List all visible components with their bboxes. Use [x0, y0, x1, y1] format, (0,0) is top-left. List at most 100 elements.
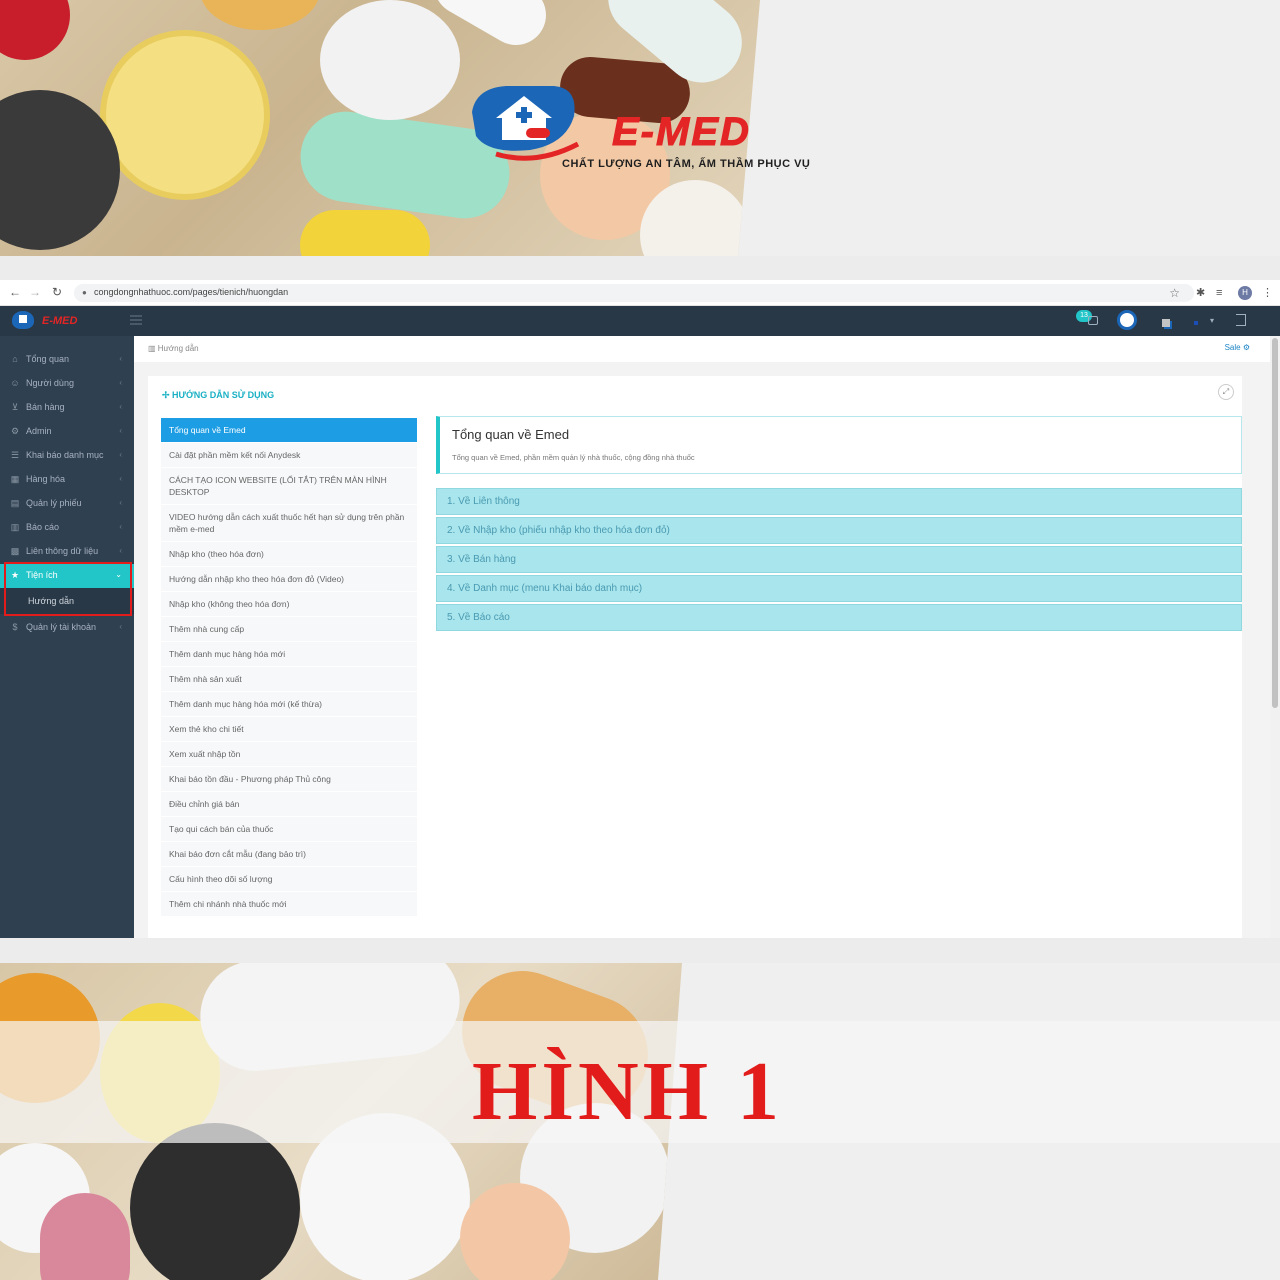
guide-item[interactable]: Thêm nhà cung cấp [161, 617, 417, 642]
guide-item[interactable]: Cài đặt phần mềm kết nối Anydesk [161, 443, 417, 468]
sidebar-item-admin[interactable]: ⚙ Admin ‹ [0, 420, 134, 444]
profile-avatar[interactable]: H [1238, 286, 1252, 300]
section-header[interactable]: 1. Về Liên thông [436, 488, 1242, 515]
back-icon[interactable]: ← [8, 285, 22, 299]
reload-icon[interactable]: ↻ [50, 285, 64, 299]
guide-item[interactable]: Xem xuất nhập tồn [161, 742, 417, 767]
gear-icon: ⚙ [10, 426, 20, 436]
sidebar-item-nguoi-dung[interactable]: ☺ Người dùng ‹ [0, 372, 134, 396]
chevron-left-icon: ‹ [119, 498, 122, 507]
breadcrumb-text: Hướng dẫn [157, 344, 199, 353]
list-icon: ☰ [10, 450, 20, 460]
emed-logo: E-MED CHẤT LƯỢNG AN TÂM, ẤM THẦM PHỤC VỤ [466, 82, 826, 177]
sidebar-item-quan-ly-phieu[interactable]: ▤ Quản lý phiếu ‹ [0, 492, 134, 516]
sidebar-item-khai-bao-danh-muc[interactable]: ☰ Khai báo danh mục ‹ [0, 444, 134, 468]
panel-title-text: HƯỚNG DẪN SỬ DỤNG [172, 390, 275, 400]
guide-item[interactable]: VIDEO hướng dẫn cách xuất thuốc hết hạn … [161, 505, 417, 542]
chevron-left-icon: ‹ [119, 378, 122, 387]
chevron-left-icon: ‹ [119, 522, 122, 531]
sidebar-item-hang-hoa[interactable]: ▦ Hàng hóa ‹ [0, 468, 134, 492]
chevron-left-icon: ‹ [119, 402, 122, 411]
guide-item[interactable]: Thêm chi nhánh nhà thuốc mới [161, 892, 417, 917]
lock-icon: ● [82, 288, 87, 297]
bank-icon: ▩ [10, 546, 20, 556]
apps-icon[interactable] [1162, 319, 1170, 327]
sidebar-item-label: Admin [26, 426, 52, 436]
user-icon: ☺ [10, 378, 20, 388]
emed-logo-icon [472, 86, 580, 161]
guide-item[interactable]: Tạo qui cách bán của thuốc [161, 817, 417, 842]
sale-link[interactable]: Sale ⚙ [1225, 343, 1250, 352]
breadcrumb: ▥ Hướng dẫn [148, 344, 199, 353]
language-flag-icon[interactable] [1194, 321, 1198, 325]
sidebar-item-lien-thong-du-lieu[interactable]: ▩ Liên thông dữ liệu ‹ [0, 540, 134, 564]
app-logo[interactable]: E-MED [12, 311, 102, 331]
poster: E-MED CHẤT LƯỢNG AN TÂM, ẤM THẦM PHỤC VỤ… [0, 0, 1280, 1280]
app-logo-text: E-MED [42, 315, 78, 327]
detail-title: Tổng quan về Emed [452, 427, 570, 442]
sidebar-item-tong-quan[interactable]: ⌂ Tổng quan ‹ [0, 348, 134, 372]
sidebar-item-quan-ly-tai-khoan[interactable]: $ Quản lý tài khoản ‹ [0, 616, 134, 640]
section-header[interactable]: 2. Về Nhập kho (phiếu nhập kho theo hóa … [436, 517, 1242, 544]
user-avatar-icon[interactable] [1117, 310, 1137, 330]
sidebar-item-label: Bán hàng [26, 402, 65, 412]
chevron-left-icon: ‹ [119, 354, 122, 363]
section-header[interactable]: 3. Về Bán hàng [436, 546, 1242, 573]
guide-item[interactable]: Nhập kho (không theo hóa đơn) [161, 592, 417, 617]
extension-icon[interactable]: ≡ [1216, 286, 1222, 300]
page-scrollbar[interactable] [1270, 336, 1280, 938]
sidebar-item-label: Quản lý phiếu [26, 498, 82, 508]
guide-item[interactable]: Thêm danh mục hàng hóa mới (kế thừa) [161, 692, 417, 717]
section-header[interactable]: 4. Về Danh mục (menu Khai báo danh mục) [436, 575, 1242, 602]
chat-icon[interactable] [1088, 316, 1098, 325]
app-logo-icon [12, 311, 34, 329]
sidebar-item-ban-hang[interactable]: ⊻ Bán hàng ‹ [0, 396, 134, 420]
highlight-box [4, 562, 132, 616]
guide-item[interactable]: Tổng quan về Emed [161, 418, 417, 443]
breadcrumb-bar: ▥ Hướng dẫn Sale ⚙ [134, 336, 1270, 362]
top-banner: E-MED CHẤT LƯỢNG AN TÂM, ẤM THẦM PHỤC VỤ [0, 0, 1280, 256]
detail-sections: 1. Về Liên thông 2. Về Nhập kho (phiếu n… [436, 486, 1242, 631]
bar-chart-icon: ▥ [10, 522, 20, 532]
guide-item[interactable]: Nhập kho (theo hóa đơn) [161, 542, 417, 567]
forward-icon[interactable]: → [28, 285, 42, 299]
guide-item[interactable]: Xem thẻ kho chi tiết [161, 717, 417, 742]
chevron-left-icon: ‹ [119, 622, 122, 631]
app-header: E-MED 13 ▾ [0, 306, 1280, 336]
logout-icon[interactable] [1236, 314, 1246, 326]
guide-item[interactable]: Khai báo tồn đầu - Phương pháp Thủ công [161, 767, 417, 792]
guide-item[interactable]: Điều chỉnh giá bán [161, 792, 417, 817]
bookmark-star-icon[interactable]: ☆ [1169, 286, 1180, 300]
address-bar[interactable]: ● congdongnhathuoc.com/pages/tienich/huo… [74, 284, 1194, 302]
section-header[interactable]: 5. Về Báo cáo [436, 604, 1242, 631]
sidebar-item-label: Liên thông dữ liệu [26, 546, 99, 556]
chevron-left-icon: ‹ [119, 546, 122, 555]
guide-item[interactable]: Cấu hình theo dõi số lượng [161, 867, 417, 892]
guide-item[interactable]: CÁCH TẠO ICON WEBSITE (LỐI TẮT) TRÊN MÀN… [161, 468, 417, 505]
sidebar-item-label: Hàng hóa [26, 474, 66, 484]
file-icon: ▤ [10, 498, 20, 508]
dollar-icon: $ [12, 622, 18, 632]
guide-item[interactable]: Hướng dẫn nhập kho theo hóa đơn đỏ (Vide… [161, 567, 417, 592]
menu-toggle-icon[interactable] [130, 315, 142, 325]
sale-label: Sale [1224, 343, 1241, 352]
sidebar: ⌂ Tổng quan ‹ ☺ Người dùng ‹ ⊻ Bán hàng … [0, 336, 134, 938]
guide-item[interactable]: Khai báo đơn cắt mẫu (đang bảo trì) [161, 842, 417, 867]
guide-item[interactable]: Thêm nhà sản xuất [161, 667, 417, 692]
scrollbar-thumb[interactable] [1272, 338, 1278, 708]
extension-puzzle-icon[interactable]: ✱ [1196, 286, 1205, 300]
panel-title: ✢ HƯỚNG DẪN SỬ DỤNG [162, 390, 275, 400]
detail-card: Tổng quan về Emed Tổng quan về Emed, phầ… [436, 416, 1242, 474]
chevron-down-icon[interactable]: ▾ [1210, 316, 1214, 325]
sidebar-item-label: Người dùng [26, 378, 74, 388]
browser-menu-icon[interactable]: ⋮ [1262, 286, 1273, 300]
sidebar-item-label: Báo cáo [26, 522, 60, 532]
home-icon: ⌂ [12, 354, 18, 364]
sidebar-item-bao-cao[interactable]: ▥ Báo cáo ‹ [0, 516, 134, 540]
expand-icon[interactable]: ⤢ [1218, 384, 1234, 400]
sidebar-item-label: Tổng quan [26, 354, 70, 364]
guide-detail: Tổng quan về Emed Tổng quan về Emed, phầ… [436, 416, 1242, 631]
emed-tagline: CHẤT LƯỢNG AN TÂM, ẤM THẦM PHỤC VỤ [562, 158, 811, 170]
guide-item[interactable]: Thêm danh mục hàng hóa mới [161, 642, 417, 667]
chevron-left-icon: ‹ [119, 426, 122, 435]
